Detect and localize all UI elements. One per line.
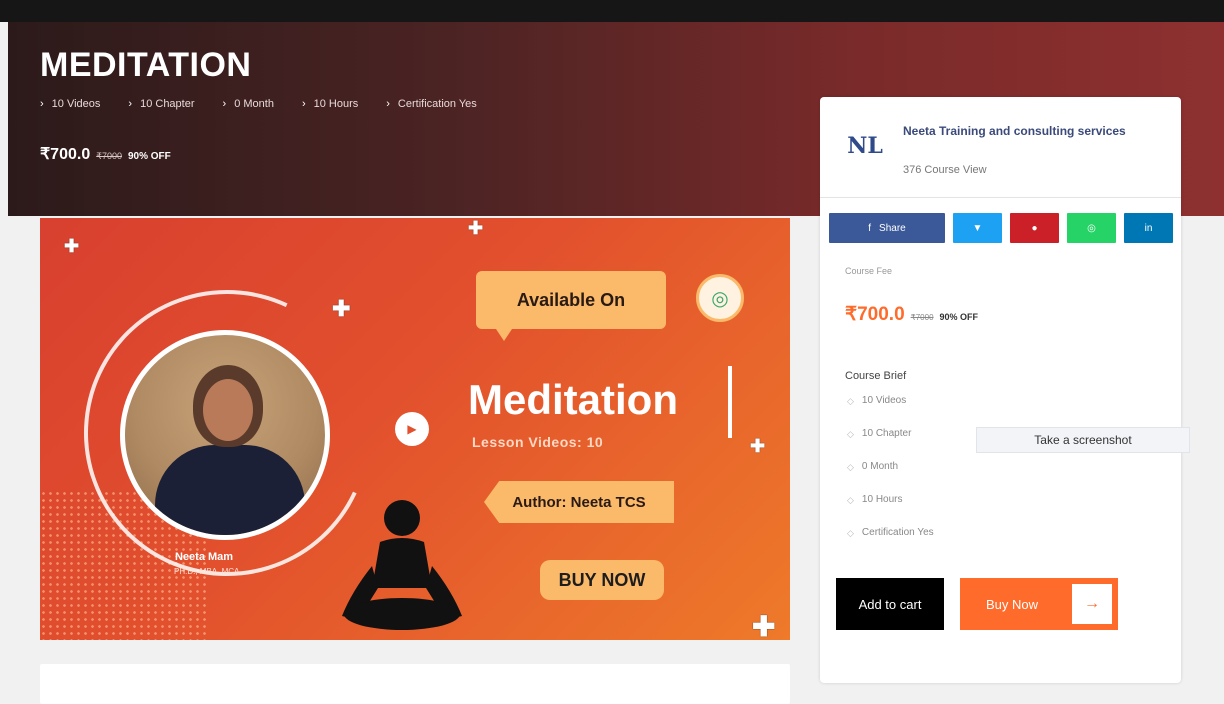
title-cursor-bar: [728, 366, 732, 438]
sparkle-icon: ✚: [64, 236, 80, 256]
chevron-right-icon: ›: [386, 98, 390, 110]
page-title: MEDITATION: [40, 46, 252, 84]
course-banner-image[interactable]: Neeta Mam PH.D., MBA, MCA ▶ Available On…: [40, 218, 790, 640]
price-original: ₹7000: [96, 151, 122, 161]
course-view-count: 376 Course View: [903, 164, 987, 176]
course-fee: ₹700.0 ₹7000 90% OFF: [845, 303, 978, 326]
meta-item: › Certification Yes: [386, 98, 477, 110]
bullet-icon: ◇: [847, 396, 854, 406]
divider: [820, 197, 1181, 198]
browser-top-bar: [0, 0, 1224, 22]
course-fee-label: Course Fee: [845, 266, 893, 276]
instructor-photo: [120, 330, 330, 540]
list-item: ◇ 10 Videos: [847, 395, 907, 406]
list-item: ◇ 0 Month: [847, 461, 899, 472]
buy-now-label: Buy Now: [986, 596, 1039, 612]
course-meta: › 10 Videos › 10 Chapter › 0 Month › 10 Hour…: [40, 98, 477, 110]
linkedin-icon: in: [1144, 222, 1153, 234]
provider-logo: NL: [847, 133, 883, 159]
add-to-cart-button[interactable]: Add to cart: [836, 578, 944, 630]
fee-current: ₹700.0: [845, 304, 905, 325]
pinterest-share-button[interactable]: ●: [1010, 213, 1059, 243]
sparkle-icon: ✚: [468, 218, 484, 238]
meta-item: › 0 Month: [222, 98, 274, 110]
twitter-share-button[interactable]: ▼: [953, 213, 1002, 243]
sparkle-icon: ✚: [750, 436, 766, 456]
chevron-right-icon: ›: [222, 98, 227, 110]
sparkle-icon: ✚: [332, 296, 351, 321]
twitter-icon: ▼: [972, 222, 983, 234]
meditation-figure-icon: [342, 500, 462, 630]
course-details-card: [40, 664, 790, 704]
bullet-icon: ◇: [847, 528, 854, 538]
meta-item: › 10 Hours: [301, 98, 359, 110]
meta-item: › 10 Chapter: [128, 98, 195, 110]
play-icon[interactable]: ▶: [395, 412, 429, 446]
fee-original: ₹7000: [910, 313, 934, 322]
instructor-degrees: PH.D., MBA, MCA: [174, 567, 240, 576]
linkedin-share-button[interactable]: in: [1124, 213, 1173, 243]
lesson-count: Lesson Videos: 10: [472, 434, 604, 450]
bullet-icon: ◇: [847, 462, 854, 472]
available-on-label: Available On: [476, 271, 666, 341]
bullet-icon: ◇: [847, 495, 854, 505]
chevron-right-icon: ›: [40, 98, 44, 110]
arrow-right-icon: →: [1072, 584, 1112, 624]
list-item: ◇ 10 Chapter: [847, 428, 912, 439]
list-item: ◇ 10 Hours: [847, 494, 903, 505]
facebook-icon: f: [868, 222, 872, 234]
sparkle-icon: ✚: [752, 611, 776, 640]
bullet-icon: ◇: [847, 429, 854, 439]
fee-discount: 90% OFF: [939, 312, 979, 322]
instructor-name: Neeta Mam: [175, 551, 234, 563]
banner-title: Meditation: [468, 376, 678, 423]
chevron-right-icon: ›: [128, 98, 133, 110]
price-current: ₹700.0: [40, 146, 91, 163]
share-buttons: f Share ▼ ● ◎ in: [829, 213, 1173, 243]
whatsapp-icon: ◎: [1087, 222, 1096, 234]
whatsapp-share-button[interactable]: ◎: [1067, 213, 1116, 243]
pinterest-icon: ●: [1031, 222, 1038, 234]
chevron-right-icon: ›: [301, 98, 306, 110]
banner-buy-now: BUY NOW: [540, 560, 664, 600]
course-brief-label: Course Brief: [845, 370, 907, 382]
course-brief-list: ◇ 10 Videos ◇ 10 Chapter ◇ 0 Month ◇ 10 Hour…: [847, 395, 934, 560]
header-price: ₹700.0 ₹7000 90% OFF: [40, 144, 171, 164]
app-logo-icon: ◎: [696, 274, 744, 322]
discount-badge: 90% OFF: [127, 151, 171, 162]
author-label: Author: Neeta TCS: [484, 481, 674, 523]
provider-name[interactable]: Neeta Training and consulting services: [903, 122, 1143, 141]
screenshot-tooltip[interactable]: Take a screenshot: [976, 427, 1190, 453]
list-item: ◇ Certification Yes: [847, 527, 934, 538]
facebook-share-button[interactable]: f Share: [829, 213, 945, 243]
buy-now-button[interactable]: Buy Now →: [960, 578, 1118, 630]
meta-item: › 10 Videos: [40, 98, 101, 110]
